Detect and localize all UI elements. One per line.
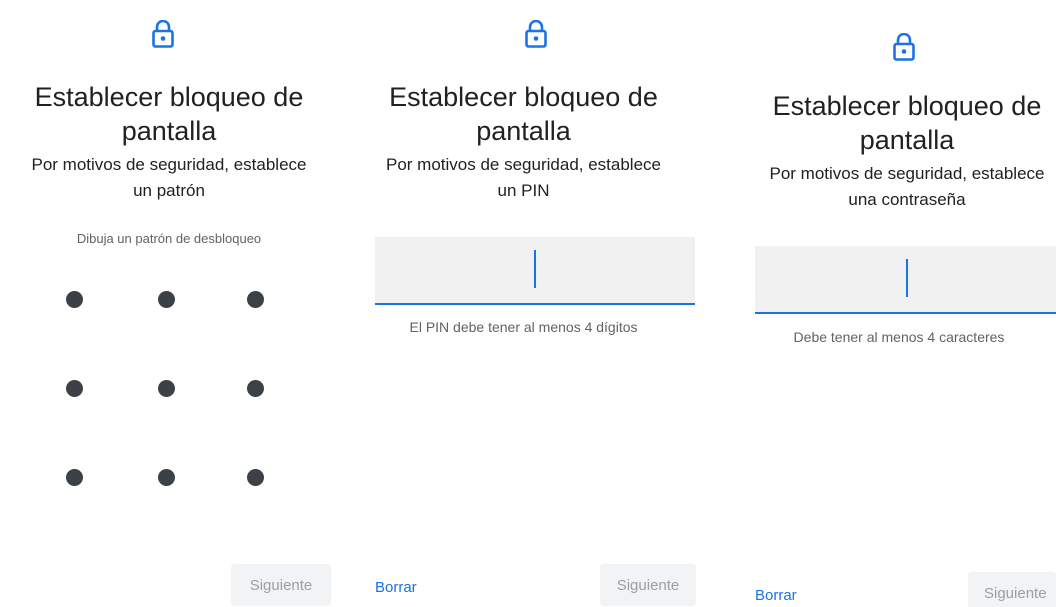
pattern-dot[interactable] — [66, 291, 83, 308]
lock-icon — [525, 20, 547, 48]
page-subtitle: Por motivos de seguridad, establece una … — [749, 161, 1056, 213]
pattern-dot[interactable] — [247, 291, 264, 308]
title-line-1: Establecer bloqueo de — [772, 91, 1042, 121]
pin-lock-screen: Establecer bloqueo de pantalla Por motiv… — [338, 0, 709, 607]
pattern-dot[interactable] — [158, 469, 175, 486]
page-title: Establecer bloqueo de pantalla — [338, 80, 709, 148]
pattern-dot[interactable] — [247, 469, 264, 486]
pattern-grid[interactable] — [0, 0, 338, 607]
text-cursor — [534, 250, 536, 288]
pattern-dot[interactable] — [66, 380, 83, 397]
text-cursor — [906, 259, 908, 297]
clear-button[interactable]: Borrar — [375, 573, 455, 601]
password-lock-screen: Establecer bloqueo de pantalla Por motiv… — [709, 0, 1056, 607]
next-button[interactable]: Siguiente — [968, 572, 1056, 607]
title-line-1: Establecer bloqueo de — [389, 82, 658, 112]
title-line-2: pantalla — [859, 125, 955, 155]
subtitle-line-1: Por motivos de seguridad, establece — [386, 155, 661, 174]
lock-icon — [893, 33, 915, 61]
pin-hint: El PIN debe tener al menos 4 dígitos — [409, 319, 638, 335]
subtitle-line-2: un PIN — [497, 181, 550, 200]
pattern-dot[interactable] — [66, 469, 83, 486]
subtitle-line-1: Por motivos de seguridad, establece — [769, 164, 1045, 183]
clear-button[interactable]: Borrar — [755, 581, 835, 607]
password-field[interactable] — [755, 246, 1056, 314]
pin-field[interactable] — [375, 237, 695, 305]
next-button[interactable]: Siguiente — [600, 564, 696, 606]
page-subtitle: Por motivos de seguridad, establece un P… — [338, 152, 709, 204]
pattern-dot[interactable] — [247, 380, 264, 397]
pattern-dot[interactable] — [158, 380, 175, 397]
page-title: Establecer bloqueo de pantalla — [759, 89, 1055, 157]
title-line-2: pantalla — [476, 116, 571, 146]
pattern-dot[interactable] — [158, 291, 175, 308]
next-button[interactable]: Siguiente — [231, 564, 331, 606]
password-hint: Debe tener al menos 4 caracteres — [793, 329, 1005, 345]
subtitle-line-2: una contraseña — [848, 190, 966, 209]
pattern-lock-screen: Establecer bloqueo de pantalla Por motiv… — [0, 0, 338, 607]
